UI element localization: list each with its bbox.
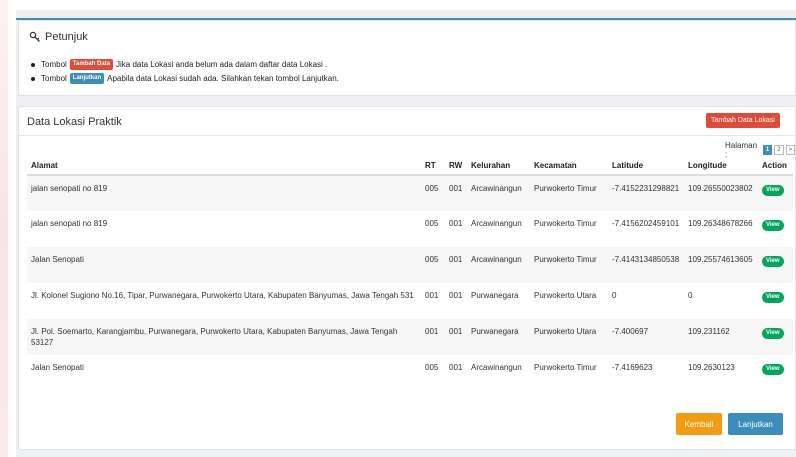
cell-rt: 001 [421, 319, 445, 355]
petunjuk-panel: Petunjuk Tombol Tambah Data Jika data Lo… [18, 20, 796, 96]
key-icon [29, 31, 40, 42]
cell-kecamatan: Purwokerto Timur [534, 363, 597, 372]
cell-rt: 005 [421, 247, 445, 283]
cell-kelurahan: Purwanegara [467, 319, 530, 355]
view-button[interactable]: View [762, 364, 784, 375]
cell-alamat: jalan senopati no 819 [27, 175, 421, 211]
cell-action: View [758, 355, 793, 385]
cell-alamat: Jl. Kolonel Sugiono No.16, Tipar, Purwan… [31, 291, 414, 300]
table-row: jalan senopati no 819 005 001 Arcawinang… [27, 175, 793, 211]
cell-rw: 001 [449, 219, 463, 228]
data-lokasi-panel: Data Lokasi Praktik Tambah Data Lokasi H… [18, 106, 796, 450]
cell-alamat: Jalan Senopati [31, 363, 84, 372]
panel-title: Data Lokasi Praktik [27, 116, 122, 128]
lokasi-table: Alamat RT RW Kelurahan Kecamatan Latitud… [27, 157, 793, 385]
column-header-rt: RT [421, 157, 445, 176]
cell-latitude: -7.4152231298821 [608, 175, 684, 211]
cell-kelurahan: Arcawinangun [471, 363, 522, 372]
cell-kelurahan: Purwanegara [471, 291, 519, 300]
page-1-button[interactable]: 1 [762, 145, 773, 155]
left-background-accent [0, 0, 8, 457]
cell-action: View [758, 319, 793, 355]
cell-alamat: Jl. Pol. Soemarto, Karangjambu, Purwaneg… [27, 319, 421, 355]
lanjutkan-badge: Lanjutkan [69, 73, 105, 84]
petunjuk-header: Petunjuk [29, 31, 88, 43]
cell-rt: 005 [425, 363, 439, 372]
view-button[interactable]: View [762, 328, 784, 339]
tambah-data-badge: Tambah Data [69, 59, 114, 70]
instruction-text: Apabila data Lokasi sudah ada. Silahkan … [107, 74, 339, 83]
table-row: Jl. Pol. Soemarto, Karangjambu, Purwaneg… [27, 319, 793, 355]
cell-longitude: 109.25574613605 [684, 247, 758, 283]
column-header-kelurahan: Kelurahan [467, 157, 530, 176]
page-next-button[interactable]: > [785, 145, 795, 155]
table-row: jalan senopati no 819 005 001 Arcawinang… [27, 211, 793, 247]
cell-action: View [758, 175, 793, 211]
page-2-button[interactable]: 2 [774, 145, 784, 155]
column-header-kecamatan: Kecamatan [530, 157, 608, 176]
cell-rw: 001 [445, 319, 467, 355]
cell-latitude: -7.4169623 [612, 363, 653, 372]
table-row: Jalan Senopati 005 001 Arcawinangun Purw… [27, 247, 793, 283]
cell-rw: 001 [445, 175, 467, 211]
cell-alamat: jalan senopati no 819 [31, 219, 108, 228]
cell-latitude: 0 [612, 291, 617, 300]
cell-kecamatan: Purwokerto Timur [530, 247, 608, 283]
column-header-action: Action [758, 157, 793, 176]
header-corner [740, 10, 796, 18]
cell-rt: 001 [425, 291, 439, 300]
panel-divider [19, 135, 795, 136]
cell-rw: 001 [449, 291, 463, 300]
petunjuk-title: Petunjuk [45, 31, 88, 43]
column-header-rw: RW [445, 157, 467, 176]
page-top-background [0, 0, 796, 10]
table-row: Jalan Senopati 005 001 Arcawinangun Purw… [27, 355, 793, 385]
instruction-prefix: Tombol [41, 60, 67, 69]
cell-kecamatan: Purwokerto Utara [534, 291, 597, 300]
cell-kelurahan: Arcawinangun [467, 175, 530, 211]
instruction-text: Jika data Lokasi anda belum ada dalam da… [116, 60, 328, 69]
cell-latitude: -7.400697 [608, 319, 684, 355]
cell-alamat: Jalan Senopati [27, 247, 421, 283]
cell-action: View [758, 283, 793, 319]
cell-rt: 005 [425, 219, 439, 228]
column-header-alamat: Alamat [27, 157, 421, 176]
cell-longitude: 0 [688, 291, 693, 300]
cell-longitude: 109.2630123 [688, 363, 735, 372]
column-header-latitude: Latitude [608, 157, 684, 176]
table-row: Jl. Kolonel Sugiono No.16, Tipar, Purwan… [27, 283, 793, 319]
cell-kelurahan: Arcawinangun [471, 219, 522, 228]
cell-longitude: 109.231162 [684, 319, 758, 355]
instruction-tambah: Tombol Tambah Data Jika data Lokasi anda… [31, 59, 328, 70]
cell-rt: 005 [421, 175, 445, 211]
cell-action: View [758, 211, 793, 247]
cell-longitude: 109.26348678266 [688, 219, 753, 228]
tambah-data-lokasi-button[interactable]: Tambah Data Lokasi [706, 113, 780, 128]
view-button[interactable]: View [762, 185, 784, 196]
cell-rw: 001 [449, 363, 463, 372]
lanjutkan-button[interactable]: Lanjutkan [728, 413, 783, 435]
kembali-button[interactable]: Kembali [676, 413, 722, 435]
cell-longitude: 109.26550023802 [684, 175, 758, 211]
column-header-longitude: Longitude [684, 157, 758, 176]
bullet [31, 62, 35, 67]
cell-kecamatan: Purwokerto Timur [530, 175, 608, 211]
cell-rw: 001 [445, 247, 467, 283]
bullet [31, 76, 35, 81]
view-button[interactable]: View [762, 220, 784, 231]
view-button[interactable]: View [762, 256, 784, 267]
cell-latitude: -7.4143134850538 [608, 247, 684, 283]
cell-kecamatan: Purwokerto Utara [530, 319, 608, 355]
cell-kelurahan: Arcawinangun [467, 247, 530, 283]
table-header: Alamat RT RW Kelurahan Kecamatan Latitud… [27, 157, 793, 176]
cell-kecamatan: Purwokerto Timur [534, 219, 597, 228]
cell-latitude: -7.4156202459101 [612, 219, 680, 228]
cell-action: View [758, 247, 793, 283]
instruction-lanjutkan: Tombol Lanjutkan Apabila data Lokasi sud… [31, 73, 339, 84]
instruction-prefix: Tombol [41, 74, 67, 83]
view-button[interactable]: View [762, 292, 784, 303]
